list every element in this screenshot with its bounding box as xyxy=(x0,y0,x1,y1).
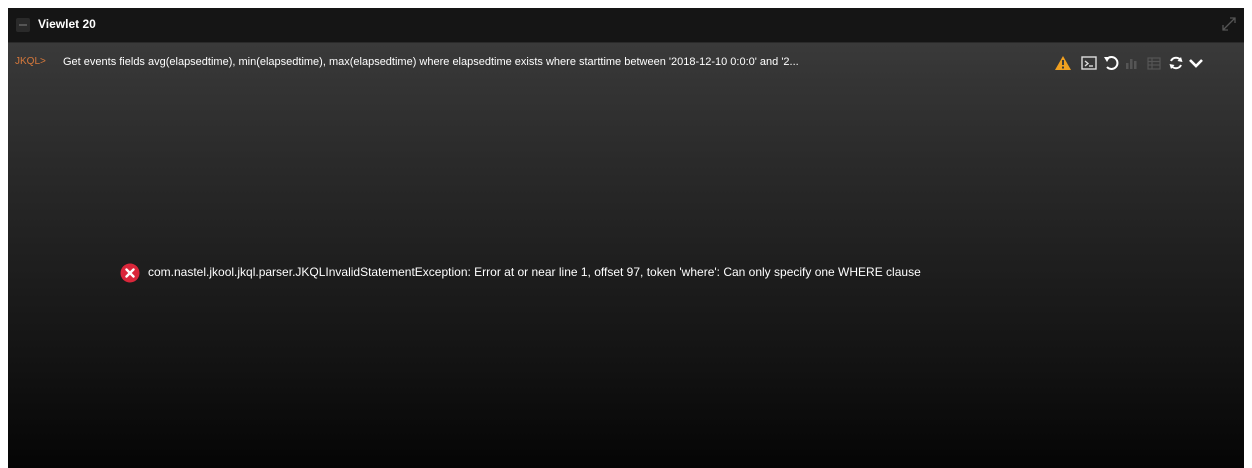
table-icon[interactable] xyxy=(1147,55,1161,71)
query-bar: JKQL> Get events fields avg(elapsedtime)… xyxy=(8,43,1244,89)
chart-icon[interactable] xyxy=(1125,55,1139,71)
viewlet-panel: Viewlet 20 JKQL> Get events fields avg(e… xyxy=(8,8,1244,468)
viewlet-title: Viewlet 20 xyxy=(38,17,96,31)
jkql-prompt: JKQL> xyxy=(15,56,46,67)
error-message: com.nastel.jkool.jkql.parser.JKQLInvalid… xyxy=(148,265,921,279)
viewlet-titlebar: Viewlet 20 xyxy=(8,8,1244,43)
drag-handle-icon[interactable] xyxy=(16,18,30,32)
console-icon[interactable] xyxy=(1081,55,1097,71)
refresh-icon[interactable] xyxy=(1168,55,1184,71)
warning-icon[interactable] xyxy=(1054,55,1072,71)
undo-icon[interactable] xyxy=(1103,55,1119,71)
expand-icon[interactable] xyxy=(1222,17,1236,31)
chevron-down-icon[interactable] xyxy=(1188,55,1204,71)
query-input[interactable]: Get events fields avg(elapsedtime), min(… xyxy=(63,56,1047,68)
error-icon xyxy=(120,263,140,283)
